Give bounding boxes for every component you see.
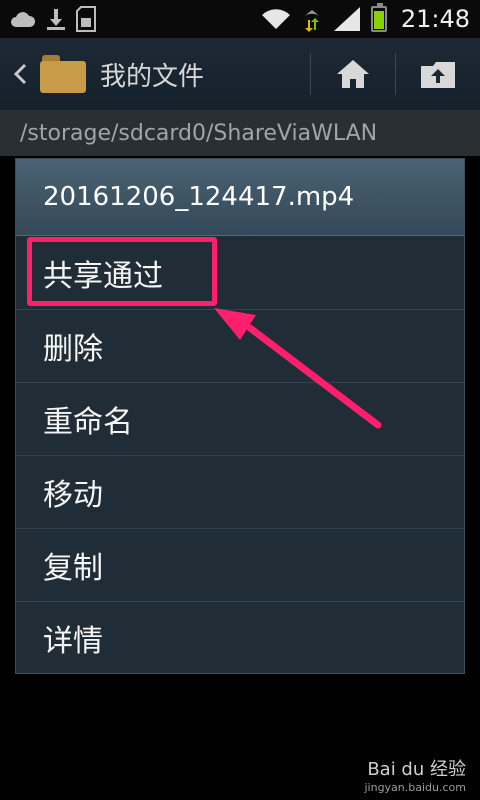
menu-item-rename[interactable]: 重命名 (16, 382, 464, 455)
cloud-icon (11, 12, 36, 27)
action-bar: 我的文件 (0, 38, 480, 110)
dialog-title: 20161206_124417.mp4 (16, 159, 464, 236)
status-bar: 21:48 (0, 0, 480, 38)
notification-icons (10, 6, 96, 32)
clock: 21:48 (400, 5, 470, 33)
menu-item-delete[interactable]: 删除 (16, 309, 464, 382)
path-bar: /storage/sdcard0/ShareViaWLAN (0, 110, 480, 156)
back-button[interactable] (0, 38, 40, 110)
wifi-icon (261, 9, 290, 30)
data-arrows-icon (301, 10, 322, 32)
highlight-box (27, 237, 217, 306)
up-folder-icon (421, 62, 455, 88)
context-menu-dialog: 20161206_124417.mp4 共享通过 删除 重命名 移动 复制 详情 (15, 158, 465, 674)
sd-card-icon (76, 6, 96, 32)
signal-icon (333, 7, 360, 31)
menu-item-move[interactable]: 移动 (16, 455, 464, 528)
home-button[interactable] (311, 38, 395, 110)
battery-icon (370, 3, 387, 32)
watermark: Bai du 经验 jingyan.baidu.com (364, 755, 466, 794)
menu-item-copy[interactable]: 复制 (16, 528, 464, 601)
home-icon (337, 60, 369, 88)
back-icon (13, 63, 27, 85)
download-icon (47, 9, 65, 30)
up-folder-button[interactable] (396, 38, 480, 110)
system-icons: 21:48 (261, 3, 470, 33)
page-title: 我的文件 (100, 61, 205, 92)
folder-icon (40, 55, 86, 93)
menu-item-details[interactable]: 详情 (16, 601, 464, 674)
watermark-brand: Bai du 经验 (367, 759, 466, 780)
watermark-site: jingyan.baidu.com (364, 781, 466, 794)
